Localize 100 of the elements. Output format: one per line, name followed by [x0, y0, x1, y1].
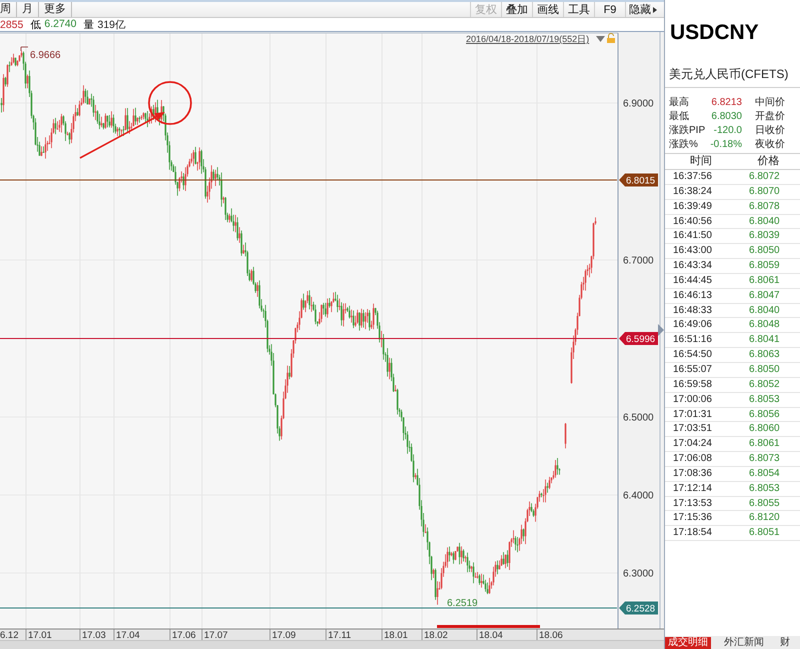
trade-time: 16:49:06: [673, 318, 713, 332]
period-tab[interactable]: 周: [0, 2, 17, 17]
trade-time: 16:43:00: [673, 244, 713, 258]
trade-price: 6.8072: [749, 170, 781, 184]
trade-price: 6.8054: [749, 466, 781, 481]
trade-price: 6.8051: [749, 526, 781, 540]
trade-time: 16:59:58: [673, 378, 713, 392]
trade-time: 16:46:13: [673, 288, 713, 303]
trade-price: 6.8047: [749, 288, 781, 303]
stat-value: -0.18%: [709, 138, 742, 152]
trade-time: 16:37:56: [673, 170, 713, 184]
price-label: 6.3000: [623, 568, 654, 580]
panel-tab[interactable]: 外汇新闻: [721, 637, 767, 649]
price-label: 6.4000: [623, 490, 654, 502]
trade-price: 6.8055: [749, 496, 781, 511]
column-header: 价格: [756, 154, 780, 169]
price-label: 6.9000: [623, 98, 654, 110]
stat-label: 开盘价: [754, 110, 786, 124]
trade-price: 6.8048: [749, 318, 781, 332]
symbol-title: USDCNY: [669, 20, 760, 46]
stat-label: 最高: [669, 96, 690, 110]
trade-price: 6.8039: [749, 229, 781, 244]
quote-value: 2855: [0, 18, 24, 30]
trade-price: 6.8061: [749, 437, 781, 452]
date-label: 17.07: [204, 630, 228, 640]
trade-price: 6.8073: [749, 452, 781, 466]
toolbar-button[interactable]: F9: [594, 2, 625, 17]
trade-price: 6.8050: [749, 362, 781, 377]
trade-time: 17:15:36: [673, 511, 713, 526]
price-tag: 6.5996: [619, 332, 658, 345]
stat-value: -120.0: [712, 124, 742, 138]
dropdown-icon[interactable]: [596, 36, 605, 42]
toolbar-button[interactable]: 隐藏: [625, 2, 660, 17]
price-tag: 6.2528: [619, 602, 658, 614]
price-tag: 6.8015: [619, 174, 658, 186]
period-tab[interactable]: 月: [17, 2, 39, 17]
stat-label: 最低: [669, 110, 690, 124]
date-label: 6.12: [0, 630, 18, 640]
price-label: 6.5000: [623, 412, 654, 424]
date-label: 18.01: [384, 630, 408, 640]
quote-label: 量: [83, 18, 94, 32]
circle-annotation: [148, 81, 192, 125]
lock-icon[interactable]: [607, 33, 615, 43]
stat-label: 涨跌PIP: [669, 124, 706, 138]
trade-price: 6.8053: [749, 392, 781, 407]
trade-price: 6.8061: [749, 274, 781, 288]
trade-time: 16:40:56: [673, 214, 713, 229]
stat-value: 6.8030: [710, 110, 742, 124]
period-tab[interactable]: 更多: [39, 2, 72, 17]
trade-time: 17:00:06: [673, 392, 713, 407]
trade-time: 16:44:45: [673, 274, 713, 288]
stat-label: 日收价: [754, 124, 786, 138]
quote-value: 319亿: [97, 18, 126, 32]
trade-price: 6.8053: [749, 482, 781, 496]
trade-price: 6.8078: [749, 200, 781, 214]
trade-price: 6.8060: [749, 422, 781, 436]
column-header: 时间: [689, 154, 713, 169]
trade-price: 6.8041: [749, 333, 781, 348]
date-label: 17.01: [28, 630, 52, 640]
trade-time: 17:04:24: [673, 437, 713, 452]
toolbar-button[interactable]: 叠加: [501, 2, 532, 17]
quote-label: 低: [30, 18, 42, 32]
trade-time: 16:39:49: [673, 200, 713, 214]
trade-price: 6.8040: [749, 304, 781, 318]
trade-time: 16:51:16: [673, 333, 713, 348]
date-label: 17.04: [116, 630, 140, 640]
trade-time: 17:12:14: [673, 482, 713, 496]
trade-price: 6.8052: [749, 378, 781, 392]
toolbar-button[interactable]: 画线: [532, 2, 563, 17]
trade-time: 16:38:24: [673, 184, 713, 199]
toolbar-button[interactable]: 工具: [563, 2, 594, 17]
trade-price: 6.8059: [749, 259, 781, 274]
trade-price: 6.8040: [749, 214, 781, 229]
date-label: 17.11: [328, 630, 352, 640]
instrument-name: 美元兑人民币(CFETS): [665, 60, 800, 88]
panel-tab[interactable]: 成交明细: [665, 637, 711, 649]
trade-time: 16:55:07: [673, 362, 713, 377]
trade-time: 16:41:50: [673, 229, 713, 244]
trade-price: 6.8063: [749, 348, 781, 362]
date-range-link[interactable]: 2016/04/18-2018/07/19(552日): [466, 34, 590, 44]
stat-value: 6.8213: [710, 96, 742, 110]
panel-tab[interactable]: 财: [777, 637, 793, 649]
trade-time: 17:18:54: [673, 526, 713, 540]
trade-price: 6.8120: [749, 511, 781, 526]
trade-time: 17:13:53: [673, 496, 713, 511]
low-price-label: 6.2519: [447, 598, 478, 609]
trade-price: 6.8070: [749, 184, 781, 199]
trade-time: 16:43:34: [673, 259, 713, 274]
trade-time: 17:08:36: [673, 466, 713, 481]
trade-time: 17:03:51: [673, 422, 713, 436]
date-label: 17.03: [82, 630, 106, 640]
high-price-label: 6.9666: [30, 50, 61, 61]
trade-time: 17:06:08: [673, 452, 713, 466]
stat-label: 中间价: [754, 96, 786, 110]
price-label: 6.7000: [623, 256, 654, 266]
stat-label: 涨跌%: [669, 138, 699, 152]
quote-value: 6.2740: [44, 18, 76, 32]
date-label: 18.04: [479, 630, 503, 640]
caret-icon: [653, 6, 657, 12]
date-label: 18.02: [424, 630, 448, 640]
